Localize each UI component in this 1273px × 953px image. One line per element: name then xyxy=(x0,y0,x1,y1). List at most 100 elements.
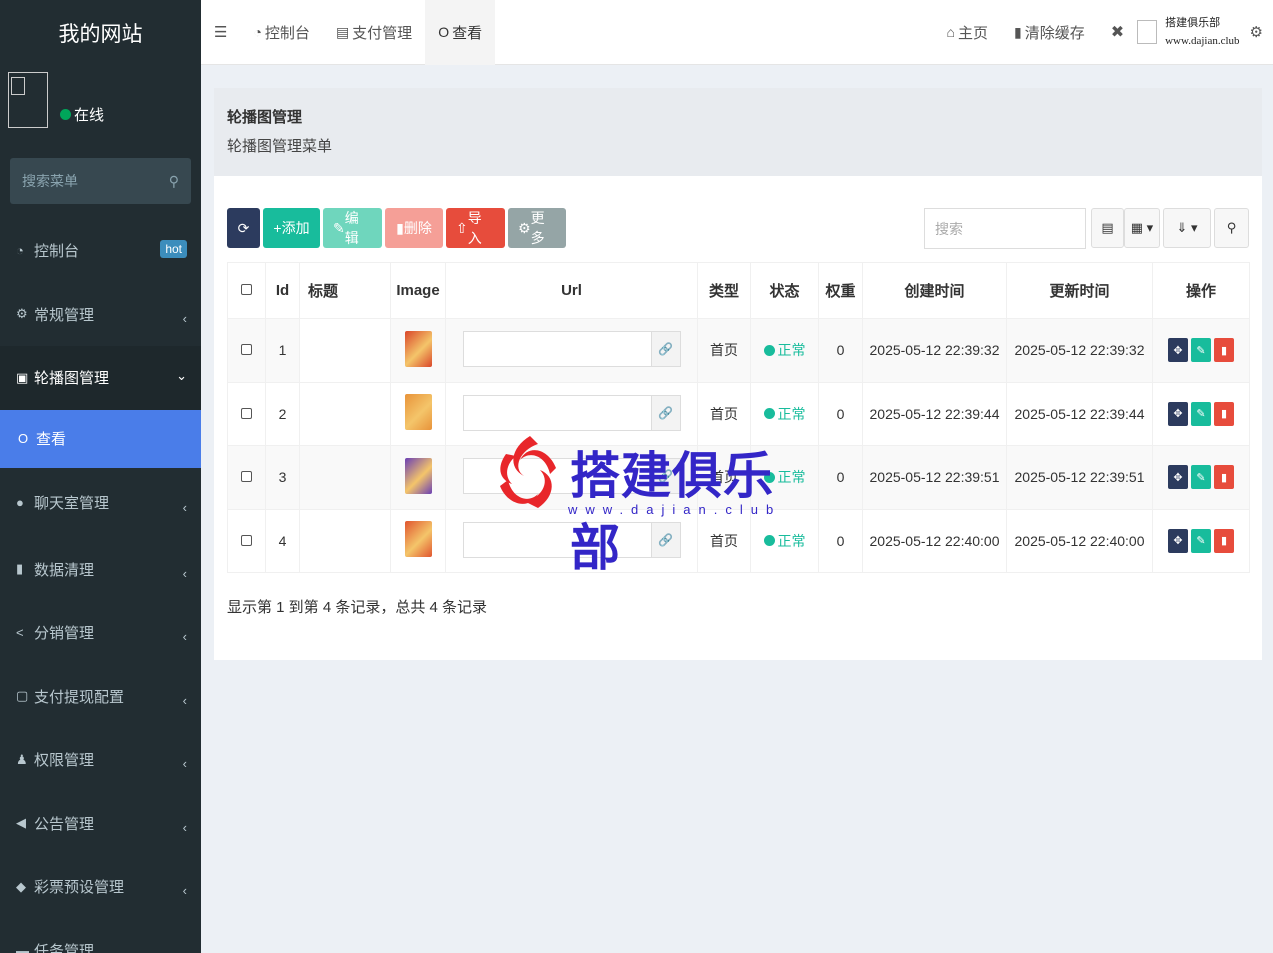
columns-button[interactable]: ▦ ▾ xyxy=(1124,208,1160,248)
drag-button[interactable]: ✥ xyxy=(1168,465,1188,490)
clear-cache-button[interactable]: ▮ 清除缓存 xyxy=(1001,0,1098,65)
col-actions: 操作 xyxy=(1152,262,1250,319)
link-icon[interactable]: 🔗 xyxy=(650,459,680,494)
row-checkbox[interactable] xyxy=(241,471,252,483)
sidebar-toggle-button[interactable]: ☰ xyxy=(201,0,240,65)
toggle-view-button[interactable]: ▤ xyxy=(1091,208,1124,248)
menu-bars-icon: ☰ xyxy=(214,24,228,41)
table-search-input[interactable] xyxy=(924,208,1086,249)
cell-created: 2025-05-12 22:39:32 xyxy=(862,318,1007,383)
more-button[interactable]: ⚙ 更多 xyxy=(508,208,566,248)
fullscreen-button[interactable]: ✖ xyxy=(1098,0,1137,65)
col-image[interactable]: Image xyxy=(390,262,446,319)
row-edit-button[interactable]: ✎ xyxy=(1191,338,1211,363)
url-field[interactable]: 🔗 xyxy=(462,521,681,558)
add-button[interactable]: + 添加 xyxy=(263,208,320,248)
trash-icon: ▮ xyxy=(1220,408,1228,421)
sidebar-item-dashboard[interactable]: ◔ 控制台 hot xyxy=(0,219,201,283)
col-id[interactable]: Id xyxy=(265,262,300,319)
row-checkbox[interactable] xyxy=(241,407,252,419)
url-field[interactable]: 🔗 xyxy=(462,458,681,495)
url-field[interactable]: 🔗 xyxy=(462,331,681,368)
drag-button[interactable]: ✥ xyxy=(1168,338,1188,363)
link-icon[interactable]: 🔗 xyxy=(650,395,680,430)
col-type[interactable]: 类型 xyxy=(697,262,751,319)
drag-button[interactable]: ✥ xyxy=(1168,528,1188,553)
select-all-checkbox[interactable] xyxy=(241,284,252,295)
link-icon[interactable]: 🔗 xyxy=(650,522,680,557)
row-delete-button[interactable]: ▮ xyxy=(1214,338,1234,363)
refresh-button[interactable]: ⟳ xyxy=(227,208,260,248)
user-brand[interactable]: 搭建俱乐部 www.dajian.club xyxy=(1137,14,1240,50)
search-icon[interactable]: ⚲ xyxy=(169,173,179,190)
row-checkbox[interactable] xyxy=(241,534,252,546)
table-row[interactable]: 3 🔗 首页 正常 0 2025-05-12 22:39:51 2025-05-12 22:… xyxy=(227,445,1250,510)
sidebar-item-permissions[interactable]: ♟ 权限管理 ‹ xyxy=(0,728,201,792)
sidebar-item-carousel[interactable]: ▣ 轮播图管理 ⌄ xyxy=(0,346,201,410)
circle-icon: O xyxy=(438,24,450,40)
banner-thumbnail[interactable] xyxy=(404,521,432,558)
export-button[interactable]: ⇓ ▾ xyxy=(1163,208,1211,248)
pencil-icon: ✎ xyxy=(1196,344,1206,357)
arrows-icon: ✥ xyxy=(1173,535,1183,548)
tab-view[interactable]: O 查看 xyxy=(425,0,496,65)
row-delete-button[interactable]: ▮ xyxy=(1214,401,1234,426)
banner-thumbnail[interactable] xyxy=(404,457,432,494)
home-link[interactable]: ⌂ 主页 xyxy=(933,0,1000,65)
toolbar: ⟳ + 添加 ✎ 编辑 ▮ 删除 ⇧ 导入 ⚙ 更多 xyxy=(227,208,569,248)
avatar xyxy=(8,72,48,128)
user-avatar xyxy=(1137,20,1158,44)
row-delete-button[interactable]: ▮ xyxy=(1214,528,1234,553)
row-delete-button[interactable]: ▮ xyxy=(1214,465,1234,490)
status-dot-icon xyxy=(763,344,775,356)
top-header: ☰ ◔ 控制台 ▤ 支付管理 O 查看 ⌂ 主页 ▮ 清除缓存 ✖ 搭建俱乐部 … xyxy=(201,0,1273,65)
table-row[interactable]: 4 🔗 首页 正常 0 2025-05-12 22:40:00 2025-05-12 22:… xyxy=(227,508,1250,573)
status-badge: 正常 xyxy=(763,340,806,360)
sidebar-item-tasks[interactable]: ▬ 任务管理 xyxy=(0,919,201,953)
export-icon: ⇓ ▾ xyxy=(1176,220,1198,235)
sidebar-item-general[interactable]: ⚙ 常规管理 ‹ xyxy=(0,283,201,347)
banner-thumbnail[interactable] xyxy=(404,394,432,431)
row-edit-button[interactable]: ✎ xyxy=(1191,401,1211,426)
grid-icon: ▦ ▾ xyxy=(1130,220,1154,235)
edit-button[interactable]: ✎ 编辑 xyxy=(323,208,382,248)
col-title[interactable]: 标题 xyxy=(299,262,391,319)
tab-dashboard[interactable]: ◔ 控制台 xyxy=(240,0,322,65)
cell-title xyxy=(299,445,391,510)
table-row[interactable]: 1 🔗 首页 正常 0 2025-05-12 22:39:32 2025-05-12 22:… xyxy=(227,318,1250,383)
row-edit-button[interactable]: ✎ xyxy=(1191,465,1211,490)
banner-thumbnail[interactable] xyxy=(404,330,432,367)
menu-search-input[interactable] xyxy=(22,173,152,189)
col-created[interactable]: 创建时间 xyxy=(862,262,1007,319)
sidebar-item-chatroom[interactable]: ● 聊天室管理 ‹ xyxy=(0,468,201,538)
import-button[interactable]: ⇧ 导入 xyxy=(446,208,505,248)
settings-button[interactable]: ⚙ xyxy=(1248,0,1273,65)
col-weight[interactable]: 权重 xyxy=(818,262,863,319)
sidebar-item-view[interactable]: O 查看 xyxy=(0,409,201,468)
drag-button[interactable]: ✥ xyxy=(1168,401,1188,426)
sidebar-item-payment-config[interactable]: ▢ 支付提现配置 ‹ xyxy=(0,665,201,729)
sidebar-item-distribution[interactable]: < 分销管理 ‹ xyxy=(0,601,201,665)
sidebar-item-data-cleanup[interactable]: ▮ 数据清理 ‹ xyxy=(0,538,201,602)
cell-title xyxy=(299,508,391,573)
delete-button[interactable]: ▮ 删除 xyxy=(385,208,443,248)
row-edit-button[interactable]: ✎ xyxy=(1191,528,1211,553)
chevron-left-icon: ‹ xyxy=(182,883,187,898)
bullhorn-icon: ◀ xyxy=(16,815,26,831)
link-icon[interactable]: 🔗 xyxy=(650,332,680,367)
tab-payment[interactable]: ▤ 支付管理 xyxy=(323,0,425,65)
col-updated[interactable]: 更新时间 xyxy=(1006,262,1153,319)
url-field[interactable]: 🔗 xyxy=(462,394,681,431)
search-button[interactable]: ⚲ xyxy=(1214,208,1249,248)
sidebar-item-lottery-presets[interactable]: ◆ 彩票预设管理 ‹ xyxy=(0,855,201,919)
col-status[interactable]: 状态 xyxy=(750,262,819,319)
chevron-down-icon: ⌄ xyxy=(176,368,187,383)
tasks-icon: ▬ xyxy=(16,942,29,953)
image-icon: ▣ xyxy=(16,369,29,385)
money-icon: ▢ xyxy=(16,688,29,704)
site-logo[interactable]: 我的网站 xyxy=(0,0,201,66)
sidebar-item-announcements[interactable]: ◀ 公告管理 ‹ xyxy=(0,792,201,856)
col-url[interactable]: Url xyxy=(445,262,698,319)
table-row[interactable]: 2 🔗 首页 正常 0 2025-05-12 22:39:44 2025-05-12 22:… xyxy=(227,381,1250,446)
row-checkbox[interactable] xyxy=(241,344,252,356)
